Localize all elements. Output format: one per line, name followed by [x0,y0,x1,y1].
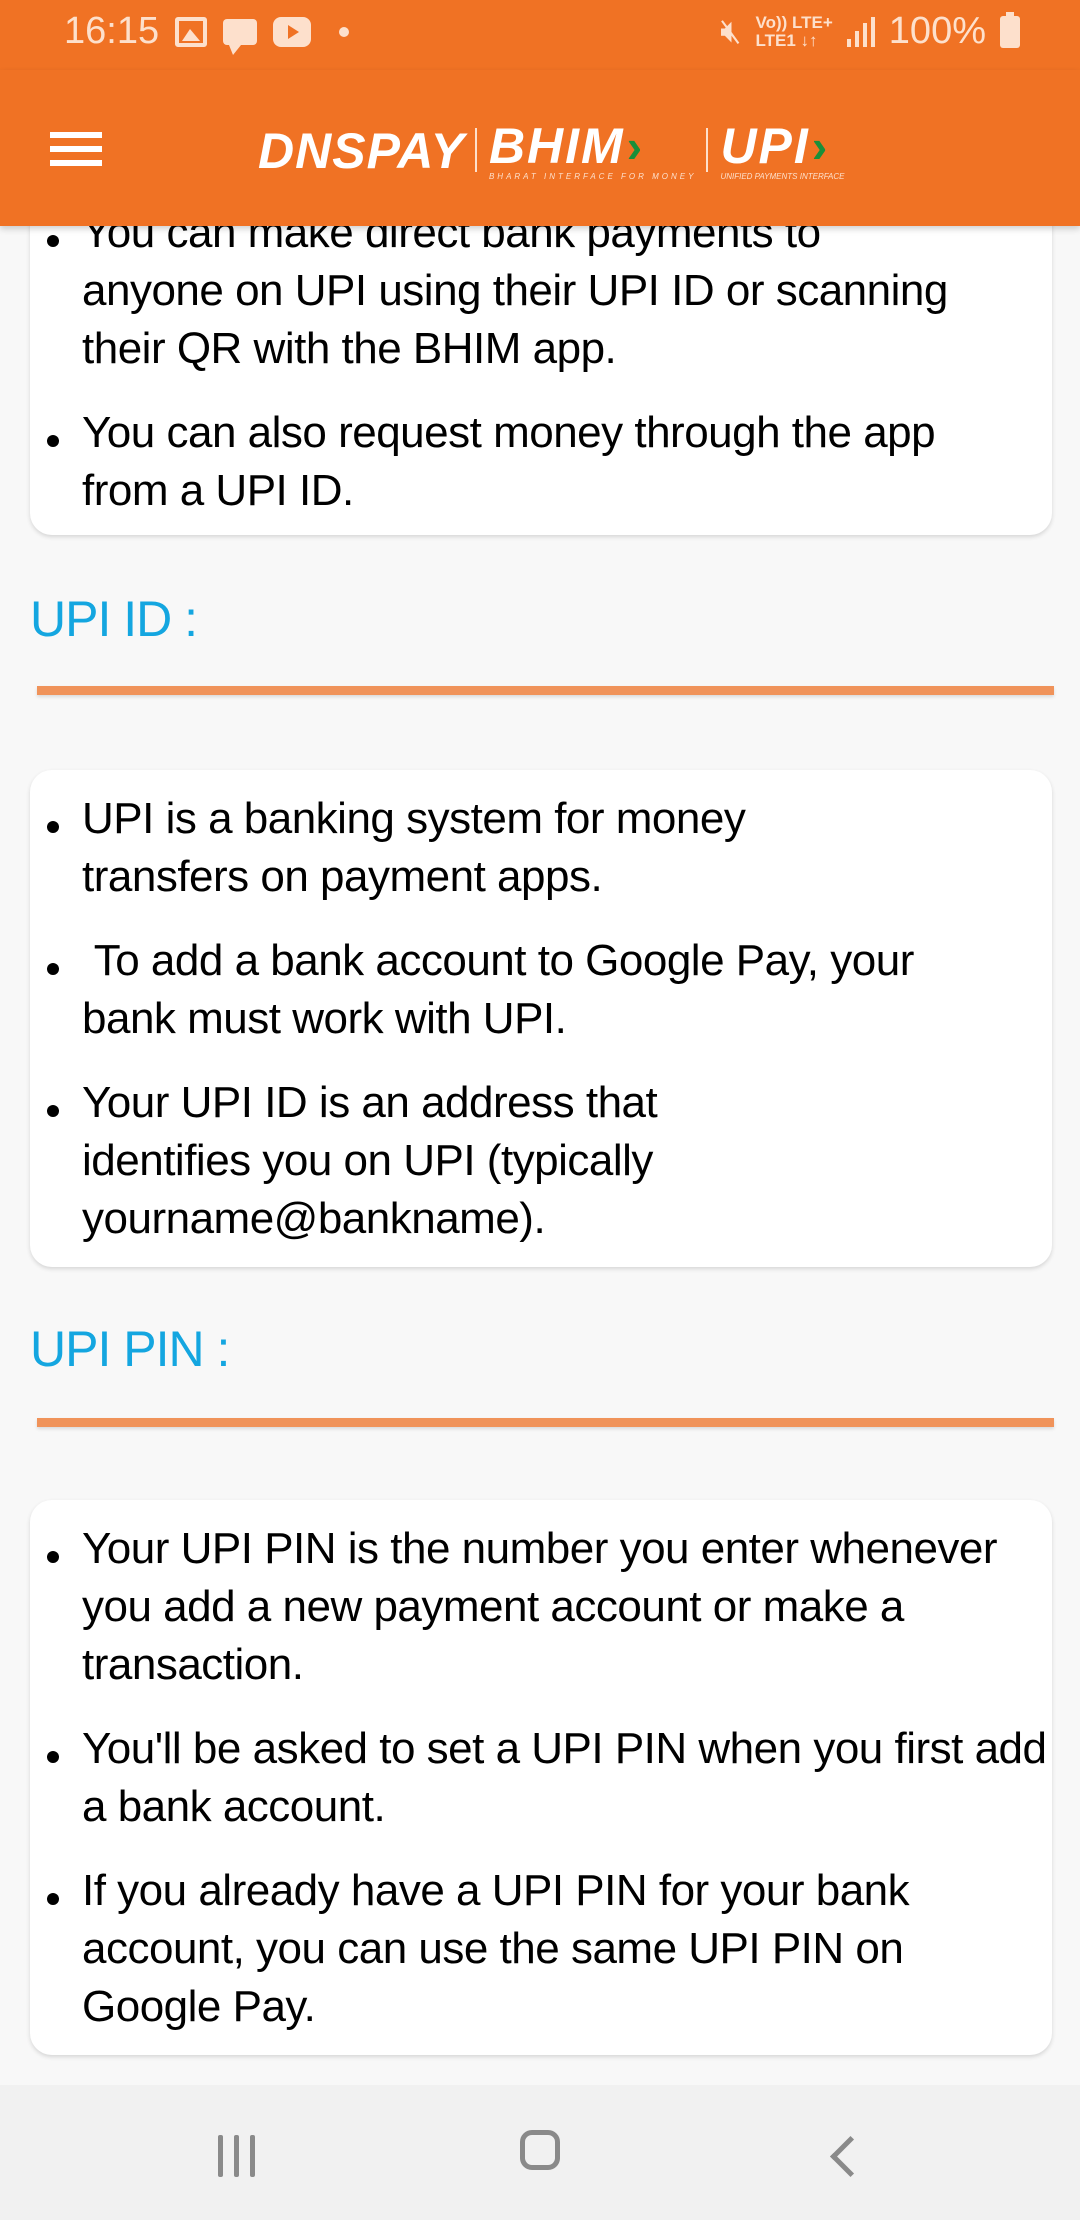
logo-separator [706,128,709,172]
logo-dnspay: DNSPAY [258,123,465,179]
youtube-icon [273,16,312,47]
bullet-item: Your UPI PIN is the number you enter whe… [30,1520,1072,1694]
app-bar: DNSPAY BHIM › BHARAT INTERFACE FOR MONEY… [0,70,1080,226]
logo-bhim-text: BHIM [488,118,625,174]
mute-icon: 🔇︎ [720,12,742,50]
app-logo: DNSPAY BHIM › BHARAT INTERFACE FOR MONEY… [258,120,844,182]
message-icon [223,18,258,55]
volte-top-label: Vo)) LTE+ [755,12,833,32]
system-nav-bar [0,2085,1080,2220]
volte-lte-icon: Vo)) LTE+ LTE1 ↓↑ [755,12,833,50]
logo-upi: UPI › UNIFIED PAYMENTS INTERFACE [720,120,844,181]
recents-icon[interactable] [218,2135,258,2177]
section-title-upi-pin: UPI PIN : [30,1321,230,1377]
bullet-item: Your UPI ID is an address that identifie… [30,1074,822,1248]
bullet-item: To add a bank account to Google Pay, you… [30,932,992,1048]
bullet-item: You can also request money through the a… [30,404,1032,520]
chevron-right-icon: › [811,120,830,172]
home-icon[interactable] [520,2130,560,2170]
logo-bhim: BHIM › BHARAT INTERFACE FOR MONEY [489,120,697,181]
bullet-item: You'll be asked to set a UPI PIN when yo… [30,1720,1062,1836]
status-bar: 16:15 🔇︎ Vo)) LTE+ LTE1 ↓↑ 100% [0,0,1080,70]
bullet-item: You can make direct bank payments to any… [30,204,972,378]
logo-separator [474,128,477,172]
status-time: 16:15 [64,10,160,52]
back-icon[interactable] [829,2135,872,2178]
section-divider [37,686,1054,695]
logo-upi-text: UPI [720,118,810,174]
section-divider [37,1418,1054,1427]
info-card-upi-pin: Your UPI PIN is the number you enter whe… [30,1500,1052,2055]
notification-dot-icon [339,26,350,37]
gallery-icon [175,16,208,47]
logo-bhim-tagline: BHARAT INTERFACE FOR MONEY [488,172,697,181]
bullet-item: If you already have a UPI PIN for your b… [30,1862,1022,2036]
battery-icon [1000,11,1020,48]
info-card-upi-payments: You can make direct bank payments to any… [30,190,1052,535]
bullet-item: UPI is a banking system for money transf… [30,790,922,906]
hamburger-menu-icon[interactable] [50,130,104,168]
chevron-right-icon: › [626,120,645,172]
logo-upi-tagline: UNIFIED PAYMENTS INTERFACE [720,172,845,181]
signal-icon [846,16,875,47]
volte-bottom-label: LTE1 ↓↑ [755,30,818,50]
info-card-upi-id: UPI is a banking system for money transf… [30,770,1052,1267]
battery-percent: 100% [888,10,986,52]
section-title-upi-id: UPI ID : [30,591,198,647]
